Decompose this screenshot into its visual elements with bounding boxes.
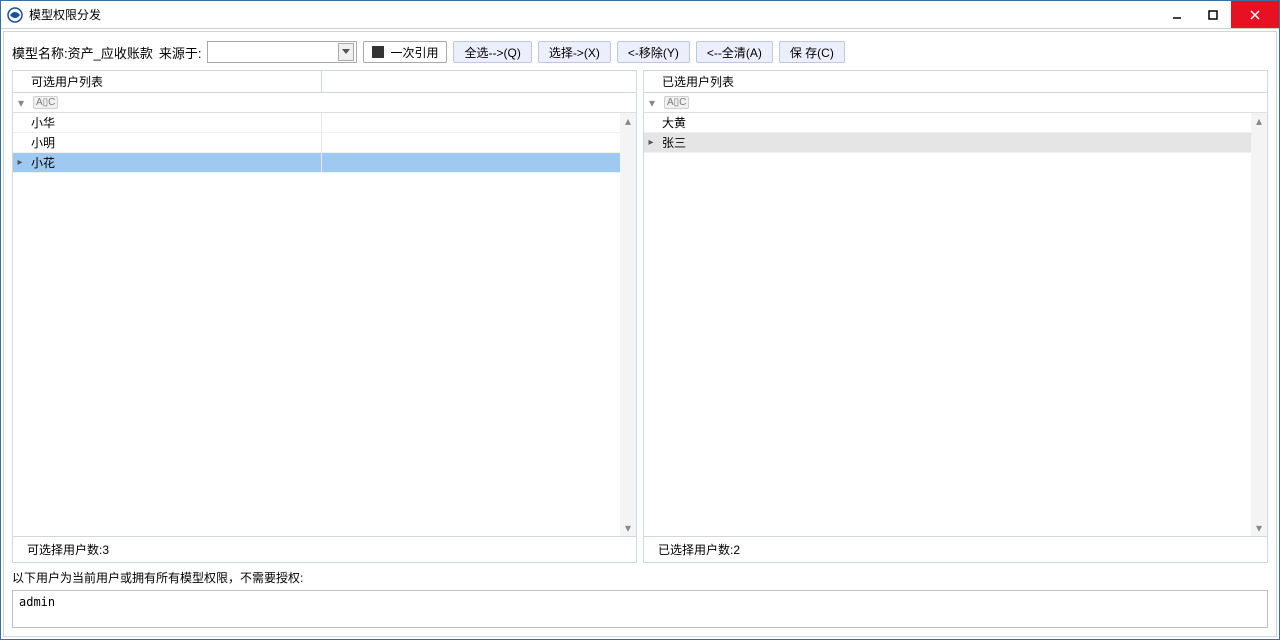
available-users-header: 可选用户列表 [13,71,636,93]
exempt-users-box: admin [12,590,1268,628]
square-icon [372,46,384,58]
selected-users-header: 已选用户列表 [644,71,1267,93]
toolbar: 模型名称:资产_应收账款 来源于: 一次引用 全选-->(Q) 选择->(X) … [12,38,1268,66]
available-users-grid[interactable]: 小华小明▸小花 ▴ ▾ [13,113,636,536]
once-reference-label: 一次引用 [390,44,438,61]
selected-users-pane: 已选用户列表 ▾ A▯C 大黄▸张三 ▴ ▾ 已选择用户数:2 [643,70,1268,563]
close-button[interactable] [1231,1,1279,28]
available-filter-row[interactable]: ▾ A▯C [13,93,636,113]
window-controls [1159,1,1279,28]
scrollbar[interactable]: ▴ ▾ [1251,113,1267,536]
table-row[interactable]: ▸小花 [13,153,620,173]
selected-filter-row[interactable]: ▾ A▯C [644,93,1267,113]
scroll-down-icon[interactable]: ▾ [1251,520,1267,536]
filter-abc-icon: A▯C [33,96,58,109]
row-indicator-icon: ▸ [13,157,27,168]
available-users-pane: 可选用户列表 ▾ A▯C 小华小明▸小花 ▴ ▾ 可选择用户数:3 [12,70,637,563]
table-row[interactable]: 大黄 [644,113,1251,133]
selected-users-footer: 已选择用户数:2 [644,536,1267,562]
select-all-button[interactable]: 全选-->(Q) [453,41,531,63]
available-users-footer: 可选择用户数:3 [13,536,636,562]
source-combobox[interactable] [207,41,357,63]
minimize-button[interactable] [1159,1,1195,28]
table-row[interactable]: 小华 [13,113,620,133]
table-row[interactable]: ▸张三 [644,133,1251,153]
user-name-cell: 张三 [658,134,1251,151]
clear-all-button[interactable]: <--全清(A) [696,41,773,63]
chevron-down-icon [338,43,354,61]
scroll-down-icon[interactable]: ▾ [620,520,636,536]
source-label: 来源于: [159,43,202,62]
dual-panes: 可选用户列表 ▾ A▯C 小华小明▸小花 ▴ ▾ 可选择用户数:3 [12,70,1268,563]
filter-icon: ▾ [644,96,660,110]
scrollbar[interactable]: ▴ ▾ [620,113,636,536]
window-title: 模型权限分发 [29,6,1159,23]
user-name-cell: 小花 [27,154,620,171]
once-reference-button[interactable]: 一次引用 [363,41,447,63]
row-indicator-icon: ▸ [644,137,658,148]
table-row[interactable]: 小明 [13,133,620,153]
remove-button[interactable]: <-移除(Y) [617,41,690,63]
save-button[interactable]: 保 存(C) [779,41,845,63]
user-name-cell: 小华 [27,114,620,131]
select-button[interactable]: 选择->(X) [538,41,611,63]
app-icon [7,7,23,23]
exempt-users-note: 以下用户为当前用户或拥有所有模型权限，不需要授权: [12,569,1268,586]
scroll-up-icon[interactable]: ▴ [1251,113,1267,129]
titlebar: 模型权限分发 [1,1,1279,29]
filter-icon: ▾ [13,96,29,110]
content-area: 模型名称:资产_应收账款 来源于: 一次引用 全选-->(Q) 选择->(X) … [3,31,1277,637]
app-window: 模型权限分发 模型名称:资产_应收账款 来源于: 一次引用 全选-->(Q) 选… [0,0,1280,640]
maximize-button[interactable] [1195,1,1231,28]
selected-users-grid[interactable]: 大黄▸张三 ▴ ▾ [644,113,1267,536]
scroll-up-icon[interactable]: ▴ [620,113,636,129]
filter-abc-icon: A▯C [664,96,689,109]
user-name-cell: 大黄 [658,114,1251,131]
model-name-label: 模型名称:资产_应收账款 [12,43,153,62]
user-name-cell: 小明 [27,134,620,151]
